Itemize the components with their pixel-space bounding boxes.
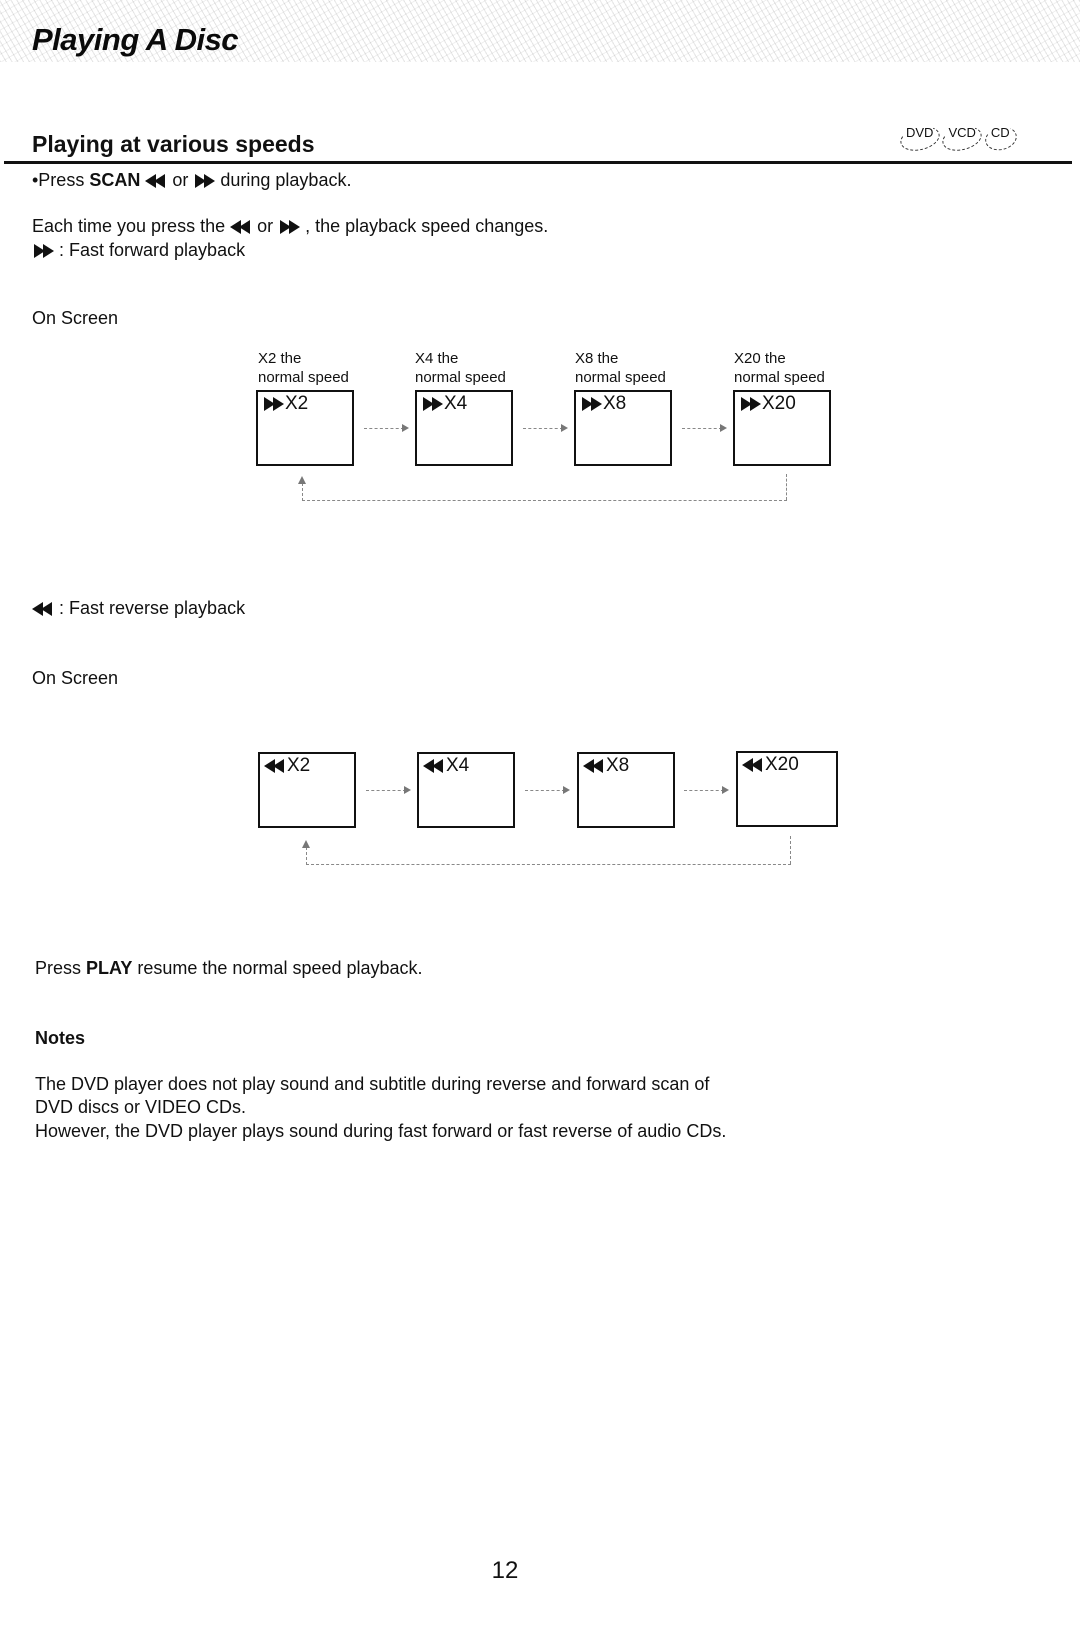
osd-screen-ff-x8: X8 — [574, 390, 672, 466]
arrow-up-icon — [302, 840, 310, 848]
fast-reverse-icon — [145, 174, 167, 188]
page-number: 12 — [491, 1557, 519, 1584]
osd-speed-label: X20 — [762, 393, 796, 414]
fast-forward-icon — [278, 220, 301, 234]
disc-badge-dvd: DVD — [902, 123, 940, 148]
play-key-label: PLAY — [86, 958, 133, 978]
arrow-right-icon — [563, 786, 570, 794]
forward-caption: X4 the normal speed — [415, 350, 506, 386]
loop-connector — [306, 847, 307, 865]
fast-reverse-icon — [230, 220, 252, 234]
fast-reverse-icon — [264, 759, 286, 773]
arrow-right-icon — [720, 424, 727, 432]
notes-line: The DVD player does not play sound and s… — [35, 1074, 710, 1094]
disc-badge-cd: CD — [987, 123, 1017, 148]
chapter-title: Playing A Disc — [32, 22, 239, 57]
osd-screen-ff-x2: X2 — [256, 390, 354, 466]
osd-speed-label: X8 — [606, 755, 630, 776]
fast-forward-icon — [739, 397, 761, 411]
fast-forward-icon — [262, 397, 284, 411]
notes-title: Notes — [35, 1028, 86, 1048]
osd-screen-ff-x20: X20 — [733, 390, 831, 466]
osd-screen-rw-x2: X2 — [258, 752, 356, 828]
fast-forward-icon — [421, 397, 443, 411]
section-title: Playing at various speeds — [32, 131, 315, 157]
loop-connector — [302, 483, 303, 501]
forward-caption: X8 the normal speed — [575, 350, 666, 386]
osd-speed-label: X4 — [444, 393, 468, 414]
notes-line: However, the DVD player plays sound duri… — [35, 1121, 727, 1141]
fast-reverse-icon — [32, 602, 54, 616]
arrow-right-icon — [404, 786, 411, 794]
connector-line — [682, 428, 722, 429]
connector-line — [684, 790, 724, 791]
press-scan-instruction: •Press SCAN or during playback. — [32, 170, 352, 190]
osd-speed-label: X20 — [765, 754, 799, 775]
fast-reverse-icon — [583, 759, 605, 773]
arrow-right-icon — [561, 424, 568, 432]
scan-key-label: SCAN — [89, 170, 141, 190]
loop-connector — [306, 864, 791, 865]
fast-forward-description: : Fast forward playback — [32, 239, 245, 261]
on-screen-label-reverse: On Screen — [32, 668, 119, 688]
osd-speed-label: X4 — [446, 755, 470, 776]
connector-line — [366, 790, 406, 791]
loop-connector — [790, 836, 791, 864]
resume-instruction: Press PLAY resume the normal speed playb… — [35, 958, 423, 978]
osd-screen-rw-x8: X8 — [577, 752, 675, 828]
section-divider — [4, 161, 1072, 164]
osd-speed-label: X2 — [285, 393, 309, 414]
disc-type-badges: DVD VCD CD — [902, 123, 1017, 148]
speed-change-instruction: Each time you press the or , the playbac… — [32, 216, 549, 236]
connector-line — [525, 790, 565, 791]
fast-forward-icon — [193, 174, 216, 188]
forward-caption: X2 the normal speed — [258, 350, 349, 386]
osd-speed-label: X2 — [287, 755, 311, 776]
forward-caption: X20 the normal speed — [734, 350, 825, 386]
osd-screen-rw-x4: X4 — [417, 752, 515, 828]
fast-reverse-icon — [742, 758, 764, 772]
fast-reverse-description: : Fast reverse playback — [32, 597, 245, 619]
connector-line — [523, 428, 563, 429]
connector-line — [364, 428, 404, 429]
osd-screen-ff-x4: X4 — [415, 390, 513, 466]
osd-screen-rw-x20: X20 — [736, 751, 838, 827]
fast-forward-icon — [580, 397, 602, 411]
disc-badge-vcd: VCD — [944, 123, 982, 148]
arrow-right-icon — [402, 424, 409, 432]
fast-forward-icon — [32, 244, 54, 258]
loop-connector — [786, 474, 787, 500]
on-screen-label-forward: On Screen — [32, 308, 119, 328]
notes-line: DVD discs or VIDEO CDs. — [35, 1097, 247, 1117]
loop-connector — [302, 500, 787, 501]
osd-speed-label: X8 — [603, 393, 627, 414]
fast-reverse-icon — [423, 759, 445, 773]
arrow-right-icon — [722, 786, 729, 794]
arrow-up-icon — [298, 476, 306, 484]
